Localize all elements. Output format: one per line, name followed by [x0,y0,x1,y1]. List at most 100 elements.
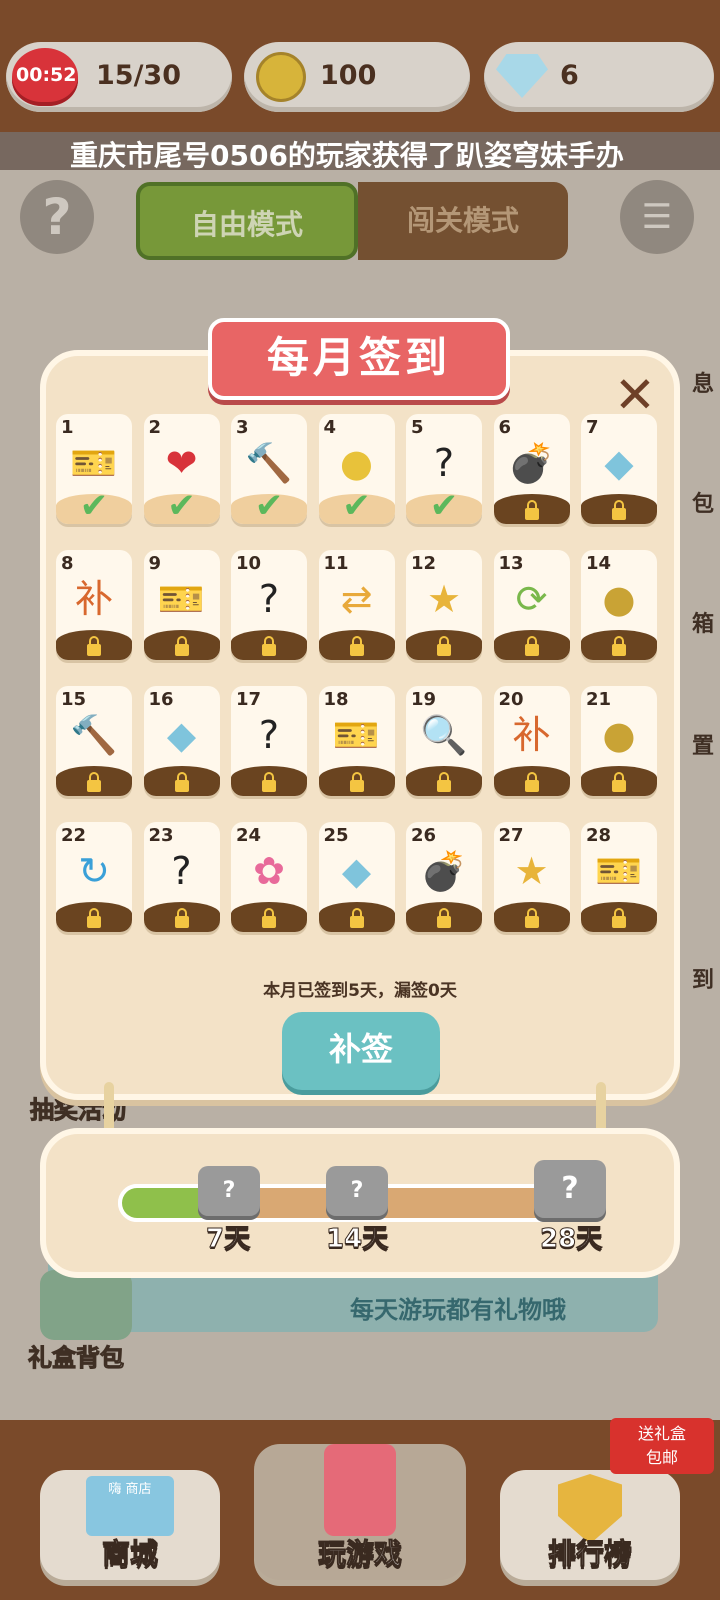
coin-icon [256,52,306,102]
makeup-card-icon: 补 [512,712,551,757]
shop-sign: 嗨 商店 [108,1482,152,1497]
signin-day-card[interactable]: 19 🔍 [406,686,482,796]
lock-icon [524,772,539,792]
day-number: 7 [586,417,599,438]
day-number: 12 [411,553,437,574]
coin-icon: ● [602,576,636,621]
gems-pill[interactable]: 6 [484,42,714,112]
lock-icon [262,908,276,928]
lock-icon [87,636,101,656]
checkmark-icon: ✔ [429,486,459,524]
day-number: 20 [498,689,524,710]
lives-timer: 00:52 [16,64,77,86]
star-wand-icon: ★ [426,576,462,621]
day-number: 14 [586,553,612,574]
signin-day-card[interactable]: 20 补 [493,686,570,796]
day-number: 4 [323,417,337,438]
day-number: 26 [411,825,437,846]
ticket-icon: 🎫 [595,848,643,893]
signin-day-card[interactable]: 25 ◆ [318,822,395,932]
signin-day-card[interactable]: 7 ◆ [581,414,657,524]
makeup-signin-button[interactable]: 补签 [282,1012,440,1090]
coins-pill[interactable]: 100 [244,42,470,112]
signin-title: 每月签到 [208,318,510,400]
close-icon[interactable]: ✕ [610,370,660,420]
signin-day-card[interactable]: 1 🎫 ✔ [56,414,132,524]
lock-icon [612,500,626,520]
play-button[interactable]: 玩游戏 [254,1444,466,1580]
signin-day-card[interactable]: 4 ● ✔ [318,414,395,524]
signin-day-card[interactable]: 3 🔨 ✔ [231,414,307,524]
bomb-icon: 💣 [420,848,468,893]
day-number: 22 [61,825,87,846]
gameboy-icon [324,1444,396,1536]
rank-label: 排行榜 [547,1537,632,1571]
signin-day-card[interactable]: 16 ◆ [143,686,220,796]
signin-day-card[interactable]: 15 🔨 [56,686,132,796]
signin-day-card[interactable]: 17? [231,686,307,796]
mystery-block-icon: ? [433,440,455,485]
lock-icon [262,636,276,656]
makeup-card-icon: 补 [74,576,114,621]
signin-day-card[interactable]: 28 🎫 [581,822,657,932]
day-number: 18 [323,689,349,710]
signin-day-card[interactable]: 23? [143,822,220,932]
signin-day-card[interactable]: 10? [231,550,307,660]
lock-icon [349,636,364,656]
badge-line1: 送礼盒 [637,1424,686,1443]
day-number: 1 [61,417,74,438]
signin-day-card[interactable]: 26 💣 [406,822,482,932]
refresh-icon: ↻ [78,848,110,893]
signin-day-card[interactable]: 6 💣 [493,414,570,524]
ticker-text: 重庆市尾号0506的玩家获得了趴姿穹妹手办 [70,139,624,172]
signin-day-card[interactable]: 22 ↻ [56,822,132,932]
signin-day-card[interactable]: 12 ★ [406,550,482,660]
lock-icon [612,636,626,656]
day-number: 10 [236,553,262,574]
rank-button[interactable]: 排行榜 [500,1470,680,1580]
shop-label: 商城 [101,1537,158,1571]
lock-icon [612,772,626,792]
milestone-14-label: 14天 [325,1224,389,1255]
milestone-14-box-icon[interactable]: ? [326,1166,388,1216]
swap-icon: ⟳ [515,576,548,621]
day-number: 3 [236,417,249,438]
signin-day-card[interactable]: 18 🎫 [318,686,395,796]
checkmark-icon: ✔ [79,486,109,524]
free-shipping-badge[interactable]: 送礼盒 包邮 [610,1418,714,1474]
signin-day-card[interactable]: 14 ● [581,550,657,660]
signin-day-card[interactable]: 5? ✔ [406,414,482,524]
day-number: 13 [498,553,524,574]
signin-day-card[interactable]: 8补 [56,550,132,660]
ticket-icon: 🎫 [157,576,206,621]
signin-day-card[interactable]: 27 ★ [493,822,570,932]
lock-icon [524,908,539,928]
coins-count: 100 [320,60,377,91]
shuffle-icon: ⇄ [340,576,373,621]
lock-icon [524,500,539,520]
badge-line2: 包邮 [645,1448,678,1467]
day-number: 6 [498,417,512,438]
coin-icon: ● [602,712,636,757]
signin-day-card[interactable]: 21 ● [581,686,657,796]
signin-day-card[interactable]: 9 🎫 [143,550,220,660]
hammer-icon: 🔨 [245,440,293,485]
day-number: 15 [61,689,87,710]
lives-pill[interactable]: 00:52 15/30 [6,42,232,112]
signin-day-card[interactable]: 11 ⇄ [318,550,395,660]
lock-icon [524,636,539,656]
ticket-icon: 🎫 [332,712,381,757]
milestone-7-box-icon[interactable]: ? [198,1166,260,1216]
lock-icon [87,772,101,792]
lock-icon [437,908,451,928]
gem-icon: ◆ [604,440,634,485]
milestone-28-box-icon[interactable]: ? [534,1160,606,1218]
day-number: 23 [148,825,174,846]
signin-day-card[interactable]: 2 ❤ ✔ [143,414,220,524]
gems-count: 6 [560,60,579,91]
bomb-icon: 💣 [507,440,556,485]
signin-day-card[interactable]: 13 ⟳ [493,550,570,660]
day-number: 11 [323,553,349,574]
signin-day-card[interactable]: 24 ✿ [231,822,307,932]
shop-button[interactable]: 嗨 商店 商城 [40,1470,220,1580]
